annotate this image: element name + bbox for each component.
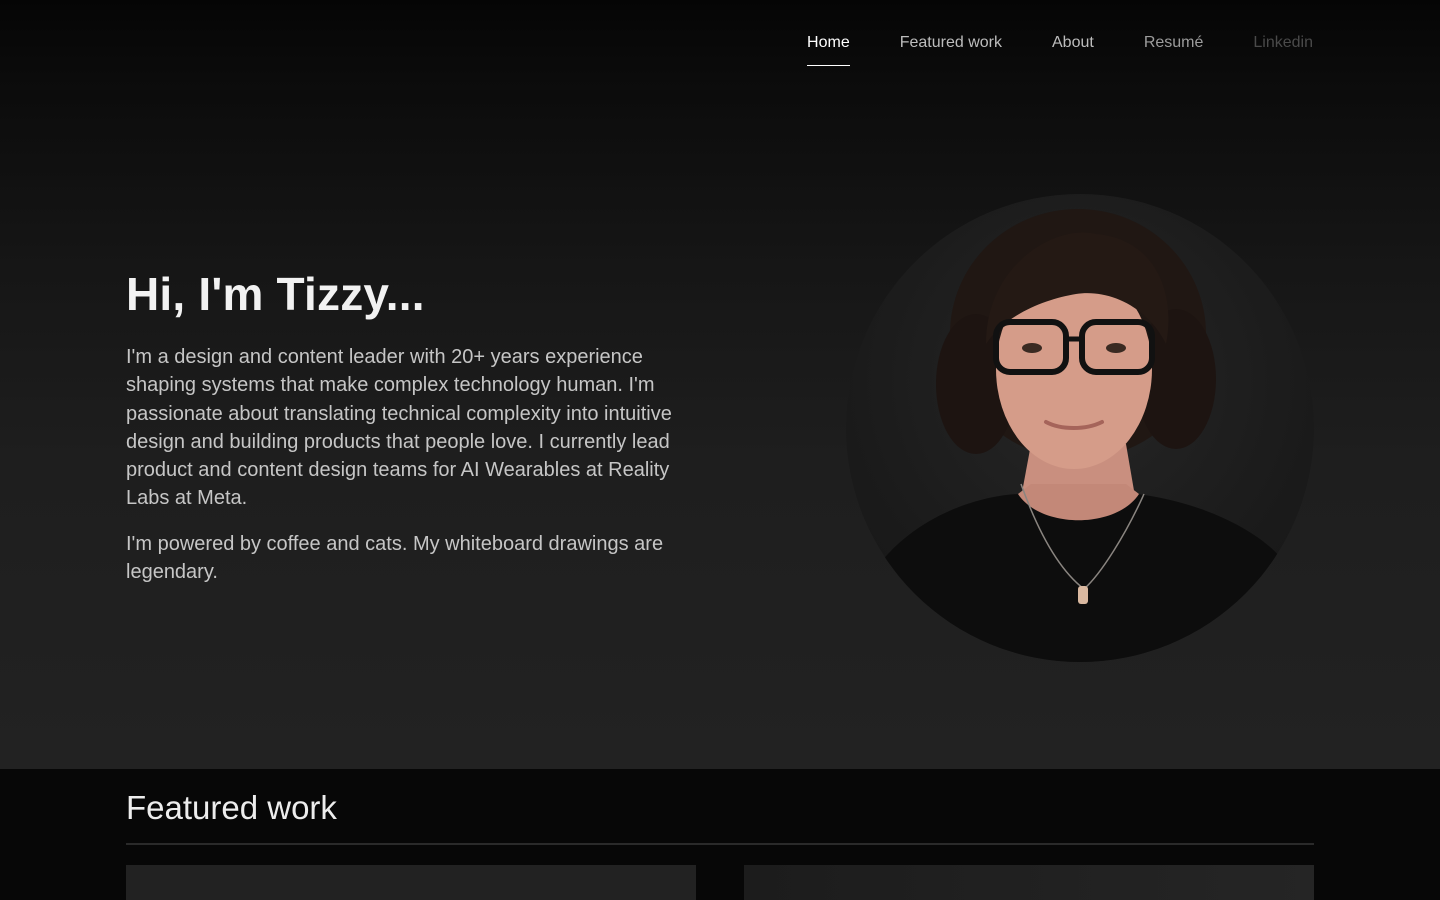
profile-portrait — [846, 194, 1314, 662]
portrait-illustration — [846, 209, 1314, 662]
hero-section: Home Featured work About Resumé Linkedin… — [0, 0, 1440, 769]
top-nav: Home Featured work About Resumé Linkedin — [807, 32, 1313, 66]
hero-intro-paragraph: I'm a design and content leader with 20+… — [126, 346, 672, 510]
featured-work-title: Featured work — [126, 789, 337, 826]
featured-card[interactable] — [126, 865, 696, 900]
nav-resume[interactable]: Resumé — [1144, 32, 1204, 66]
nav-home[interactable]: Home — [807, 32, 850, 66]
featured-card[interactable] — [744, 865, 1314, 900]
hero-title: Hi, I'm Tizzy... — [126, 268, 425, 320]
hero-fun-fact-paragraph: I'm powered by coffee and cats. My white… — [126, 533, 664, 584]
nav-featured-work[interactable]: Featured work — [900, 32, 1002, 66]
nav-about[interactable]: About — [1052, 32, 1094, 66]
section-divider — [126, 843, 1314, 845]
nav-linkedin[interactable]: Linkedin — [1253, 32, 1313, 66]
page: Home Featured work About Resumé Linkedin… — [0, 0, 1440, 900]
featured-work-section: Featured work — [0, 769, 1440, 900]
